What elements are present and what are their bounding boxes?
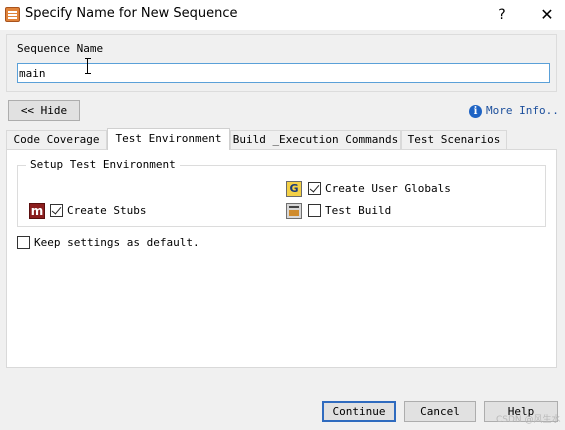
window-title: Specify Name for New Sequence [25,6,238,21]
test-build-label[interactable]: Test Build [325,204,391,217]
test-build-checkbox[interactable] [308,204,321,217]
sequence-name-input[interactable] [17,63,550,83]
create-user-globals-checkbox[interactable] [308,182,321,195]
create-stubs-label[interactable]: Create Stubs [67,204,146,217]
create-user-globals-label[interactable]: Create User Globals [325,182,451,195]
more-info-link[interactable]: More Info.. [486,104,559,117]
tab-build-execution-commands[interactable]: Build _Execution Commands [230,130,401,149]
app-icon [5,7,20,22]
cancel-button[interactable]: Cancel [404,401,476,422]
globals-g-icon: G [286,181,302,197]
test-environment-panel: Setup Test Environment G Create User Glo… [6,149,557,368]
setup-test-environment-group: Setup Test Environment G Create User Glo… [17,158,546,227]
tab-test-environment[interactable]: Test Environment [107,128,230,150]
setup-group-legend: Setup Test Environment [26,158,180,171]
tab-test-scenarios[interactable]: Test Scenarios [401,130,507,149]
close-icon[interactable]: ✕ [536,4,558,26]
create-stubs-checkbox[interactable] [50,204,63,217]
keep-settings-label[interactable]: Keep settings as default. [34,236,200,249]
continue-button[interactable]: Continue [322,401,396,422]
hide-button[interactable]: << Hide [8,100,80,121]
watermark: CSDN @风生水 [496,415,561,425]
keep-settings-checkbox[interactable] [17,236,30,249]
text-cursor-icon [85,58,91,74]
info-icon[interactable]: i [469,105,482,118]
sequence-name-label: Sequence Name [17,42,104,55]
title-bar: Specify Name for New Sequence ? ✕ [0,0,565,30]
stubs-m-icon: m [29,203,45,219]
build-icon [286,203,302,219]
help-question-icon[interactable]: ? [490,4,514,26]
tab-code-coverage[interactable]: Code Coverage [6,130,107,149]
